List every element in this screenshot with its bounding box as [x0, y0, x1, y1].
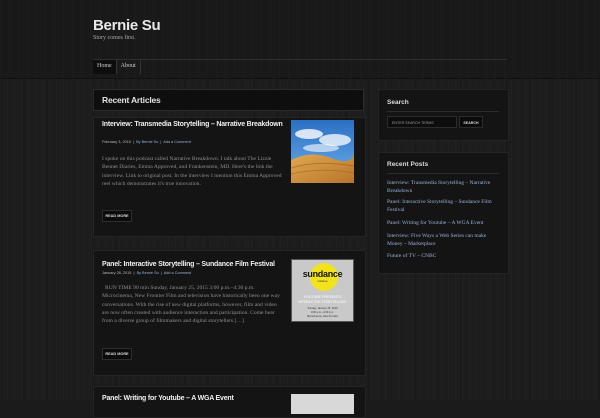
nav-home[interactable]: Home: [93, 60, 117, 74]
post-excerpt: I spoke on this podcast called Narrative…: [102, 156, 282, 187]
search-widget: Search ENTER SEARCH TERMS SEARCH: [378, 89, 509, 141]
post-card: Panel: Writing for Youtube – A WGA Event: [93, 386, 366, 418]
post-meta: February 3, 2015 | By Bernie Su | Add a …: [102, 140, 191, 144]
recent-post-link[interactable]: Interview: Transmedia Storytelling – Nar…: [387, 180, 502, 195]
post-author-link[interactable]: By Bernie Su: [136, 140, 158, 144]
post-meta: January 28, 2015 | By Bernie Su | Add a …: [102, 271, 192, 275]
nav-divider: [93, 59, 507, 60]
thumb-line5: Microcinema, New Frontier: [307, 315, 338, 318]
add-comment-link[interactable]: Add a Comment: [164, 271, 191, 275]
recent-posts-widget: Recent Posts Interview: Transmedia Story…: [378, 152, 509, 274]
read-more-button[interactable]: READ MORE: [102, 348, 132, 360]
post-title[interactable]: Panel: Interactive Storytelling – Sundan…: [102, 260, 287, 269]
post-card: Interview: Transmedia Storytelling – Nar…: [93, 117, 366, 237]
sundance-sub: institute: [317, 279, 328, 283]
main-nav: Home About: [93, 60, 141, 74]
post-date: January 28, 2015: [102, 271, 132, 275]
search-input[interactable]: ENTER SEARCH TERMS: [387, 116, 457, 128]
recent-post-link[interactable]: Interview: Five Ways a Web Series can ma…: [387, 233, 502, 248]
post-card: Panel: Interactive Storytelling – Sundan…: [93, 250, 366, 376]
site-title[interactable]: Bernie Su: [93, 17, 161, 34]
post-author-link[interactable]: By Bernie Su: [137, 271, 159, 275]
read-more-button[interactable]: READ MORE: [102, 210, 132, 222]
site-header: Bernie Su Story comes first. Home About: [0, 0, 600, 79]
thumb-line1: YOUTUBE PRESENTS: [303, 295, 342, 299]
post-excerpt: RUN TIME 90 min Sunday, January 25, 2015…: [102, 285, 280, 325]
recent-post-link[interactable]: Panel: Writing for Youtube – A WGA Event: [387, 220, 502, 228]
add-comment-link[interactable]: Add a Comment: [163, 140, 190, 144]
main-content: Recent Articles Interview: Transmedia St…: [93, 89, 366, 418]
sundance-brand: sundance: [302, 269, 343, 279]
recent-articles-header: Recent Articles: [93, 89, 364, 111]
search-button[interactable]: SEARCH: [459, 116, 483, 128]
desert-sky-icon[interactable]: [290, 120, 355, 183]
thumb-line2: INTERACTIVE STORYTELLING: [298, 300, 347, 304]
recent-post-link[interactable]: Future of TV – CNBC: [387, 253, 502, 261]
thumb-line3: Sunday, January 25, 2015: [307, 307, 338, 310]
recent-post-link[interactable]: Panel: Interactive Storytelling – Sundan…: [387, 199, 502, 214]
search-widget-title: Search: [387, 99, 409, 106]
widget-divider: [387, 111, 499, 112]
post-title[interactable]: Interview: Transmedia Storytelling – Nar…: [102, 120, 287, 129]
post-date: February 3, 2015: [102, 140, 131, 144]
post-thumbnail[interactable]: [291, 394, 354, 414]
site-tagline: Story comes first.: [93, 35, 136, 41]
section-title: Recent Articles: [102, 95, 161, 105]
post-title[interactable]: Panel: Writing for Youtube – A WGA Event: [102, 394, 287, 403]
sundance-logo-icon[interactable]: sundance institute YOUTUBE PRESENTS INTE…: [291, 259, 354, 322]
thumb-line4: 3:00 p.m.–4:30 p.m.: [310, 311, 335, 314]
nav-about[interactable]: About: [117, 60, 141, 74]
widget-divider: [387, 173, 499, 174]
recent-posts-title: Recent Posts: [387, 161, 429, 168]
